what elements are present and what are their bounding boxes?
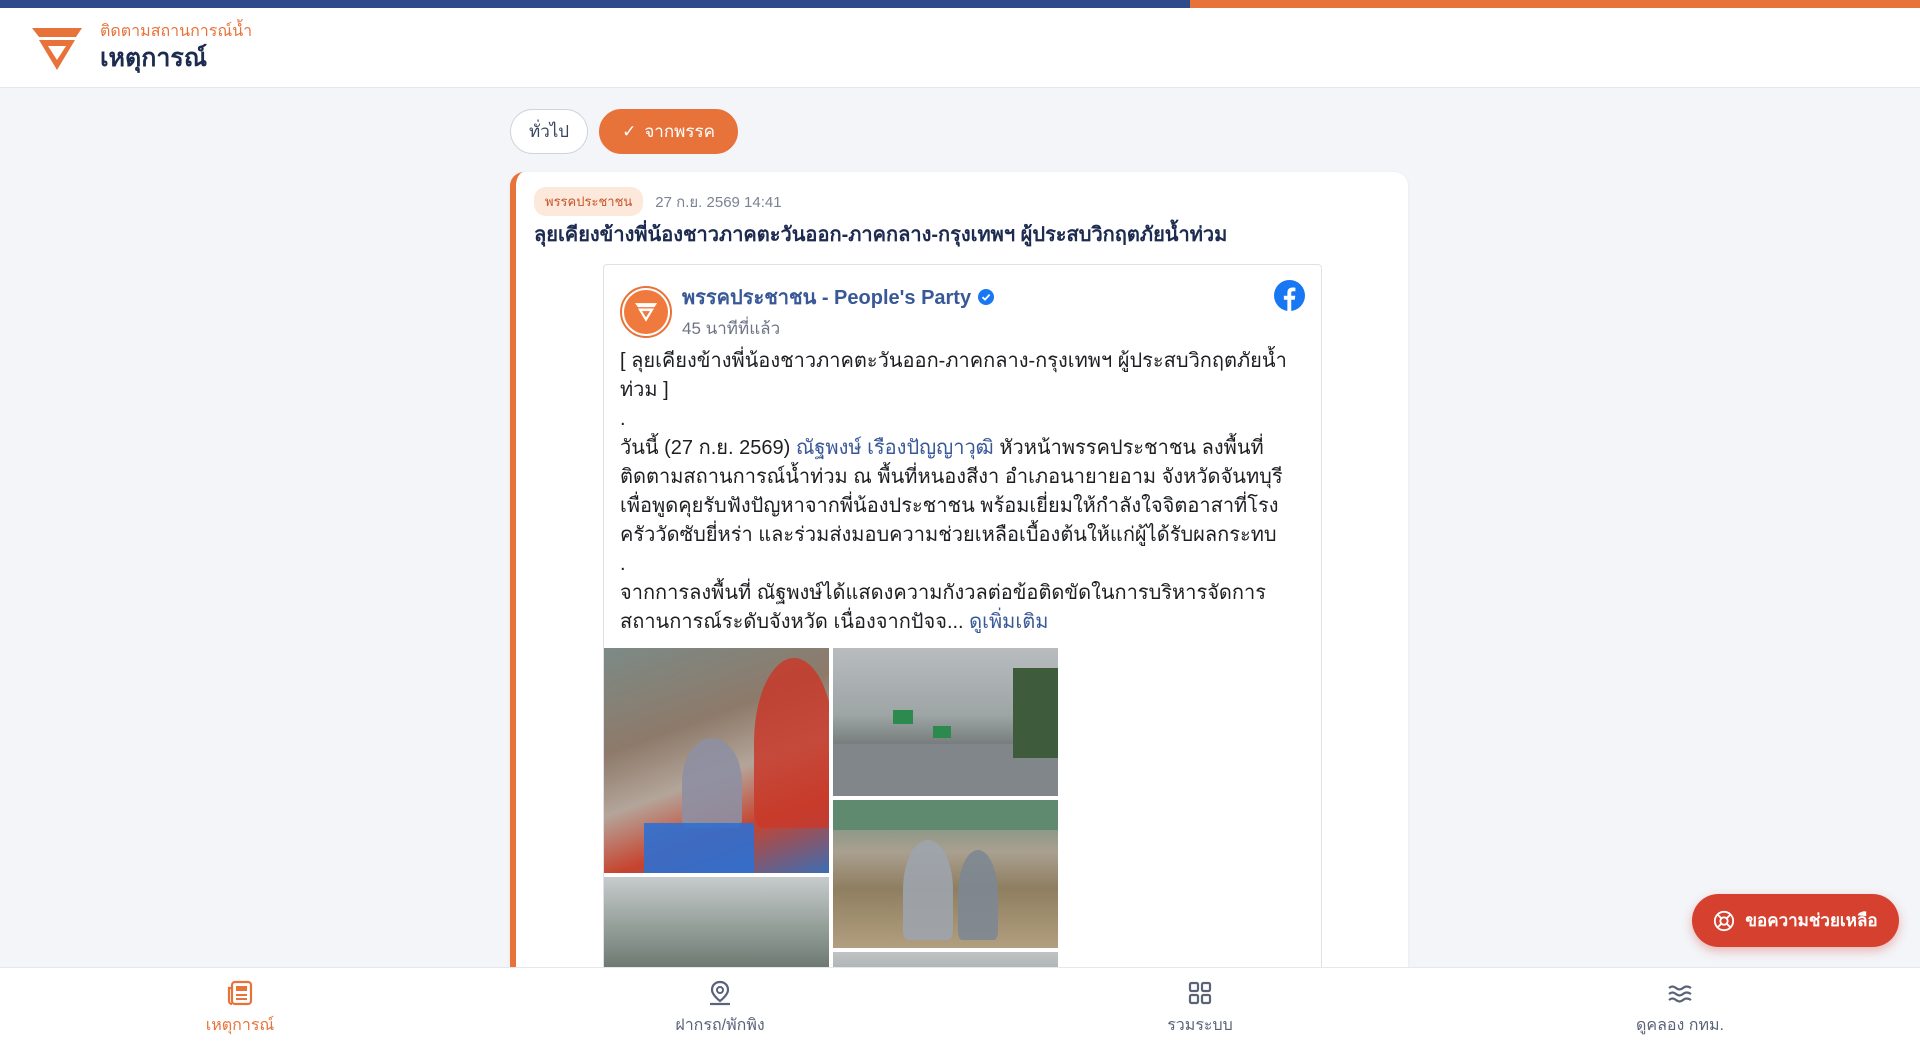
filter-from-party-label: จากพรรค (644, 122, 715, 141)
fb-post-body: [ ลุยเคียงข้างพี่น้องชาวภาคตะวันออก-ภาคก… (620, 347, 1310, 637)
nav-label-systems: รวมระบบ (1167, 1017, 1233, 1034)
filter-chips: ทั่วไป ✓ จากพรรค (510, 109, 738, 154)
verified-badge-icon (978, 289, 995, 305)
facebook-embed[interactable]: พรรคประชาชน - People's Party 45 นาทีที่แ… (603, 264, 1322, 972)
header-subtitle: ติดตามสถานการณ์น้ำ (100, 22, 253, 40)
card-meta: พรรคประชาชน 27 ก.ย. 2569 14:41 (534, 187, 782, 216)
fb-post-header: พรรคประชาชน - People's Party 45 นาทีที่แ… (620, 281, 995, 342)
avatar-logo-icon (624, 289, 668, 334)
page-avatar[interactable] (620, 285, 672, 338)
photo-grid (604, 648, 1321, 972)
nav-item-canals[interactable]: ดูคลอง กทม. (1440, 968, 1920, 1049)
fb-p2-before: วันนี้ (27 ก.ย. 2569) (620, 437, 796, 459)
nav-item-parking-shelter[interactable]: ฝากรถ/พักพิง (480, 968, 960, 1049)
news-card[interactable]: พรรคประชาชน 27 ก.ย. 2569 14:41 ลุยเคียงข… (510, 172, 1408, 972)
brand-block: ติดตามสถานการณ์น้ำ เหตุการณ์ (100, 22, 252, 74)
fb-page-name[interactable]: พรรคประชาชน - People's Party (682, 281, 971, 313)
grid-icon (1188, 981, 1212, 1005)
fb-paragraph-2: วันนี้ (27 ก.ย. 2569) ณัฐพงษ์ เรืองปัญญา… (620, 434, 1310, 550)
person-link[interactable]: ณัฐพงษ์ เรืองปัญญาวุฒิ (796, 437, 994, 459)
nav-item-events[interactable]: เหตุการณ์ (0, 968, 480, 1049)
fb-line-1: [ ลุยเคียงข้างพี่น้องชาวภาคตะวันออก-ภาคก… (620, 350, 1287, 401)
fb-separator-1: . (620, 408, 626, 430)
nav-label-canals: ดูคลอง กทม. (1636, 1017, 1724, 1034)
newspaper-icon (227, 980, 253, 1006)
post-title: ลุยเคียงข้างพี่น้องชาวภาคตะวันออก-ภาคกลา… (534, 224, 1228, 246)
fb-page-name-row: พรรคประชาชน - People's Party (682, 281, 995, 313)
filter-general-chip[interactable]: ทั่วไป (510, 109, 589, 154)
filter-from-party-chip[interactable]: ✓ จากพรรค (599, 109, 738, 154)
bottom-nav: เหตุการณ์ ฝากรถ/พักพิง รวมระบบ ดูคลอง กท… (0, 967, 1920, 1049)
post-timestamp: 27 ก.ย. 2569 14:41 (655, 193, 782, 211)
help-button-label: ขอความช่วยเหลือ (1745, 911, 1878, 930)
photo-flood-street[interactable] (604, 877, 829, 972)
help-request-button[interactable]: ขอความช่วยเหลือ (1692, 894, 1899, 947)
stripe-orange (1190, 0, 1920, 8)
app-header: ติดตามสถานการณ์น้ำ เหตุการณ์ (0, 8, 1920, 88)
top-accent-stripe (0, 0, 1920, 8)
nav-label-events: เหตุการณ์ (205, 1017, 275, 1034)
photo-flooded-road[interactable] (833, 648, 1058, 796)
fb-page-info: พรรคประชาชน - People's Party 45 นาทีที่แ… (682, 281, 995, 342)
nav-label-parking-shelter: ฝากรถ/พักพิง (675, 1017, 765, 1034)
see-more-link[interactable]: ดูเพิ่มเติม (969, 611, 1048, 633)
source-tag: พรรคประชาชน (534, 187, 644, 216)
filter-general-label: ทั่วไป (529, 122, 570, 141)
page-title: เหตุการณ์ (100, 43, 208, 72)
lifebuoy-icon (1714, 910, 1735, 931)
party-logo-icon[interactable] (30, 24, 84, 72)
photo-volunteers-water[interactable] (604, 648, 829, 873)
facebook-icon[interactable] (1274, 280, 1305, 311)
fb-paragraph-3: จากการลงพื้นที่ ณัฐพงษ์ได้แสดงความกังวลต… (620, 579, 1310, 637)
map-pin-icon (710, 980, 730, 1006)
photo-flood-rescue[interactable] (833, 800, 1058, 948)
stripe-navy (0, 0, 1190, 8)
fb-p3-text: จากการลงพื้นที่ ณัฐพงษ์ได้แสดงความกังวลต… (620, 582, 1266, 633)
fb-separator-2: . (620, 553, 626, 575)
fb-post-time[interactable]: 45 นาทีที่แล้ว (682, 315, 994, 342)
nav-item-systems[interactable]: รวมระบบ (960, 968, 1440, 1049)
check-icon: ✓ (622, 121, 637, 141)
waves-icon (1668, 985, 1692, 1003)
